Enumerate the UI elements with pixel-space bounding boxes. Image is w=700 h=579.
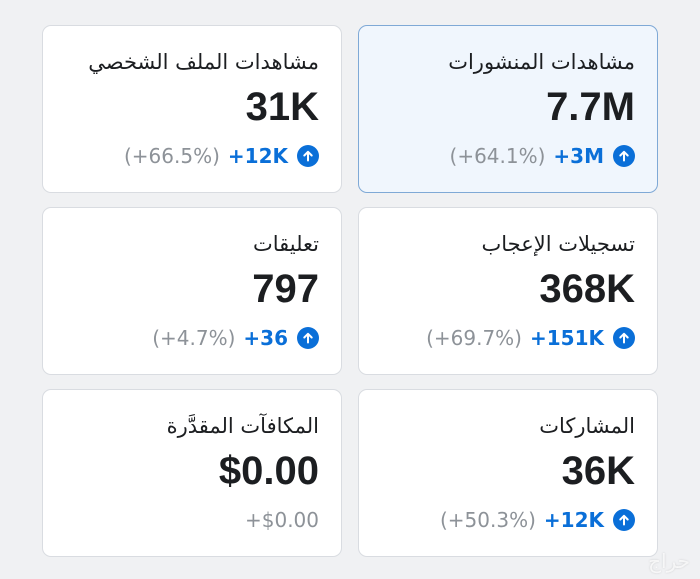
stat-card-post-views[interactable]: مشاهدات المنشورات 7.7M +3M (+64.1%) <box>358 25 658 193</box>
stat-delta: +12K <box>543 508 604 532</box>
arrow-up-circle-icon <box>297 145 319 167</box>
stat-card-profile-views[interactable]: مشاهدات الملف الشخصي 31K +12K (+66.5%) <box>42 25 342 193</box>
stat-percent: (+4.7%) <box>152 326 236 350</box>
stat-delta: +12K <box>227 144 288 168</box>
stat-delta: +3M <box>553 144 604 168</box>
stat-percent: (+50.3%) <box>440 508 536 532</box>
stat-percent: (+66.5%) <box>124 144 220 168</box>
stat-percent: (+69.7%) <box>426 326 522 350</box>
stat-delta: +36 <box>243 326 288 350</box>
stat-title: تعليقات <box>252 232 319 256</box>
stat-change: +3M (+64.1%) <box>450 144 635 168</box>
arrow-up-circle-icon <box>297 327 319 349</box>
stat-card-shares[interactable]: المشاركات 36K +12K (+50.3%) <box>358 389 658 557</box>
stat-title: المكافآت المقدَّرة <box>166 414 319 438</box>
stat-value: 368K <box>539 267 635 311</box>
stat-percent: (+64.1%) <box>449 144 546 168</box>
arrow-up-circle-icon <box>613 509 635 531</box>
stat-title: مشاهدات الملف الشخصي <box>88 50 319 74</box>
stat-card-estimated-earnings[interactable]: المكافآت المقدَّرة $0.00 +$0.00 <box>42 389 342 557</box>
stat-title: مشاهدات المنشورات <box>448 50 635 74</box>
stat-change: +151K (+69.7%) <box>426 326 635 350</box>
stat-value: $0.00 <box>218 449 319 493</box>
stats-grid: مشاهدات المنشورات 7.7M +3M (+64.1%) مشاه… <box>42 25 658 557</box>
stat-change: +36 (+4.7%) <box>152 326 319 350</box>
arrow-up-circle-icon <box>613 145 635 167</box>
stat-change: +12K (+66.5%) <box>124 144 319 168</box>
stat-card-likes[interactable]: تسجيلات الإعجاب 368K +151K (+69.7%) <box>358 207 658 375</box>
stat-title: المشاركات <box>539 414 635 438</box>
stat-change: +12K (+50.3%) <box>440 508 635 532</box>
stat-delta: +$0.00 <box>244 508 319 532</box>
stat-value: 7.7M <box>546 85 635 129</box>
stat-change: +$0.00 <box>245 508 319 532</box>
stat-value: 36K <box>561 449 635 493</box>
stat-delta: +151K <box>529 326 604 350</box>
stat-card-comments[interactable]: تعليقات 797 +36 (+4.7%) <box>42 207 342 375</box>
stat-title: تسجيلات الإعجاب <box>481 232 635 256</box>
stat-value: 31K <box>245 85 319 129</box>
site-watermark: حراج <box>648 549 690 573</box>
arrow-up-circle-icon <box>613 327 635 349</box>
stat-value: 797 <box>252 267 319 311</box>
